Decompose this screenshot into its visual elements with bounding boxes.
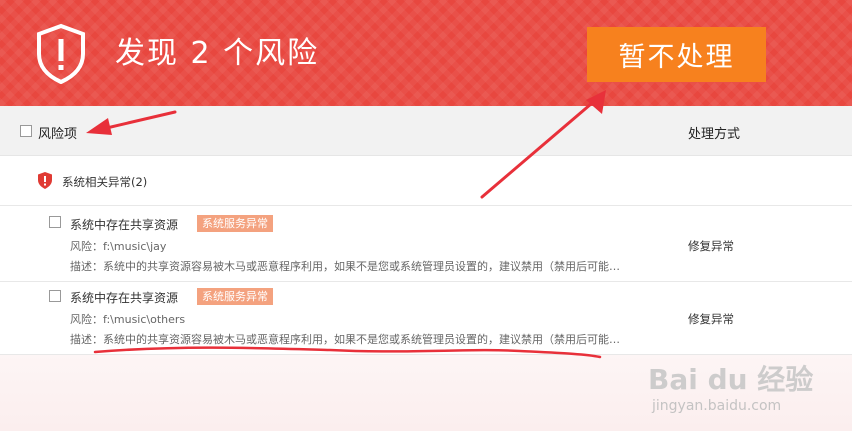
- item-risk-path: 风险：f:\music\jay: [70, 240, 167, 253]
- watermark-url: jingyan.baidu.com: [652, 398, 782, 414]
- item-risk-path: 风险：f:\music\others: [70, 313, 186, 326]
- item-badge: 系统服务异常: [197, 288, 273, 305]
- column-action-label: 处理方式: [688, 127, 741, 142]
- item-badge: 系统服务异常: [197, 215, 273, 232]
- repair-action[interactable]: 修复异常: [688, 311, 734, 327]
- risk-item: 系统中存在共享资源 系统服务异常 风险：f:\music\jay 描述：系统中的…: [0, 206, 852, 282]
- item-title: 系统中存在共享资源: [70, 291, 179, 305]
- column-risk-label: 风险项: [38, 127, 78, 142]
- item-checkbox[interactable]: [49, 216, 61, 228]
- ignore-button[interactable]: 暂不处理: [587, 27, 766, 82]
- risk-header: 发现 2 个风险 暂不处理: [0, 0, 852, 106]
- risk-item: 系统中存在共享资源 系统服务异常 风险：f:\music\others 描述：系…: [0, 282, 852, 355]
- item-description: 描述：系统中的共享资源容易被木马或恶意程序利用，如果不是您或系统管理员设置的，建…: [70, 333, 620, 346]
- watermark-logo: Bai du 经验: [648, 363, 814, 396]
- warning-shield-icon: [37, 24, 85, 84]
- item-checkbox[interactable]: [49, 290, 61, 302]
- watermark: Bai du 经验 jingyan.baidu.com: [648, 358, 848, 428]
- item-title: 系统中存在共享资源: [70, 218, 179, 232]
- group-row: 系统相关异常(2): [0, 156, 852, 206]
- item-description: 描述：系统中的共享资源容易被木马或恶意程序利用，如果不是您或系统管理员设置的，建…: [70, 260, 620, 273]
- shield-alert-icon: [38, 172, 52, 189]
- repair-action[interactable]: 修复异常: [688, 238, 734, 254]
- select-all-checkbox[interactable]: [20, 125, 32, 137]
- column-header: 风险项 处理方式: [0, 106, 852, 156]
- group-label: 系统相关异常(2): [62, 175, 148, 189]
- page-title: 发现 2 个风险: [115, 36, 320, 71]
